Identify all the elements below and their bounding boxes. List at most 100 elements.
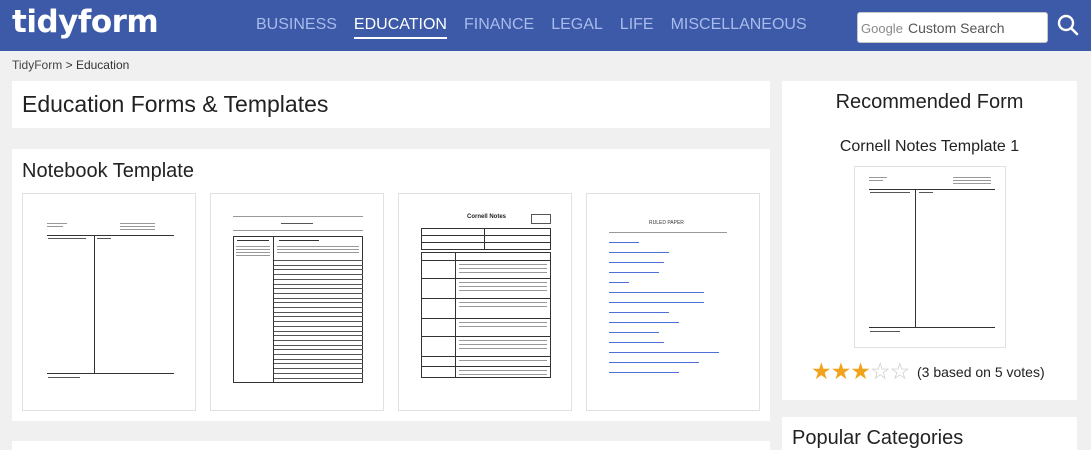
- text-line: [459, 370, 547, 371]
- ruled-line: [274, 335, 363, 337]
- ruled-line: [274, 363, 363, 365]
- document-preview: [867, 174, 997, 340]
- category-nav: BUSINESS EDUCATION FINANCE LEGAL LIFE MI…: [256, 15, 824, 39]
- link-line: [609, 262, 664, 263]
- doc-heading: Cornell Notes: [467, 214, 507, 220]
- text-line: [459, 286, 547, 287]
- text-line: [459, 268, 547, 269]
- text-line: [459, 344, 547, 345]
- text-line: [459, 302, 547, 303]
- page-title: Education Forms & Templates: [22, 91, 329, 117]
- template-thumbnail-reduce-recite[interactable]: [210, 193, 384, 411]
- text-line: [459, 322, 547, 323]
- link-line: [609, 342, 664, 343]
- doc-heading: RULED PAPER: [649, 220, 684, 226]
- breadcrumb-home[interactable]: TidyForm: [12, 58, 62, 72]
- text-line: [459, 306, 547, 307]
- recommended-form-link[interactable]: Cornell Notes Template 1: [782, 138, 1077, 156]
- text-line: [459, 326, 547, 327]
- link-line: [609, 322, 679, 323]
- link-line: [609, 302, 704, 303]
- text-line: [459, 374, 547, 375]
- section-title[interactable]: Notebook Template: [22, 160, 194, 183]
- ruled-line: [274, 288, 363, 290]
- link-line: [609, 372, 679, 373]
- ruled-line: [274, 260, 363, 261]
- link-line: [609, 252, 669, 253]
- text-line: [459, 264, 547, 265]
- template-thumbnail-cornell-questions[interactable]: [22, 193, 196, 411]
- next-section-card: [12, 441, 770, 450]
- document-preview: RULED PAPER: [605, 220, 745, 390]
- link-line: [609, 362, 699, 363]
- template-thumbnail-cornell-section-notes[interactable]: Cornell Notes: [398, 193, 572, 411]
- ruled-line: [274, 339, 363, 341]
- text-line: [459, 340, 547, 341]
- table-row-divider: [421, 278, 551, 279]
- ruled-line: [274, 349, 363, 351]
- document-preview: Cornell Notes: [419, 214, 554, 390]
- star-icon[interactable]: ★: [850, 358, 871, 384]
- ruled-line: [274, 377, 363, 379]
- ruled-line: [274, 330, 363, 332]
- table-row-divider: [421, 356, 551, 357]
- star-icon[interactable]: ★: [831, 358, 852, 384]
- link-line: [609, 312, 669, 313]
- site-logo[interactable]: tidyform: [12, 4, 159, 40]
- table-row-divider: [421, 336, 551, 337]
- ruled-line: [274, 269, 363, 271]
- top-navigation-bar: tidyform BUSINESS EDUCATION FINANCE LEGA…: [0, 0, 1091, 51]
- nav-education[interactable]: EDUCATION: [353, 15, 447, 39]
- recommended-form-title: Recommended Form: [835, 91, 1024, 113]
- breadcrumb-separator: >: [65, 58, 73, 72]
- rating-summary: (3 based on 5 votes): [917, 364, 1045, 380]
- popular-categories-title: Popular Categories: [792, 427, 964, 449]
- link-line: [609, 242, 639, 243]
- recommended-form-thumbnail[interactable]: [854, 166, 1006, 348]
- text-line: [459, 360, 547, 361]
- document-preview: [45, 220, 176, 390]
- search-button[interactable]: [1056, 13, 1080, 37]
- google-brand-label: Google: [861, 21, 903, 36]
- rating-stars: ★★★☆☆: [811, 358, 911, 384]
- ruled-line: [274, 321, 363, 323]
- document-preview: [231, 216, 365, 388]
- ruled-line: [274, 278, 363, 280]
- link-line: [609, 352, 719, 353]
- text-line: [459, 290, 547, 291]
- table-row-divider: [421, 318, 551, 319]
- breadcrumb: TidyForm > Education: [12, 58, 129, 72]
- ruled-line: [274, 372, 363, 374]
- nav-miscellaneous[interactable]: MISCELLANEOUS: [671, 15, 807, 39]
- star-icon[interactable]: ★: [811, 358, 832, 384]
- ruled-line: [274, 283, 363, 285]
- text-line: [459, 348, 547, 349]
- ruled-line: [274, 354, 363, 355]
- nav-legal[interactable]: LEGAL: [551, 15, 603, 39]
- link-line: [609, 272, 659, 273]
- breadcrumb-current: Education: [75, 58, 130, 72]
- star-outline-icon[interactable]: ☆: [890, 358, 911, 384]
- ruled-line: [274, 325, 363, 327]
- ruled-line: [274, 358, 363, 360]
- ruled-line: [274, 307, 363, 308]
- ruled-line: [274, 274, 363, 276]
- ruled-line: [274, 316, 363, 318]
- ruled-line: [274, 344, 363, 346]
- ruled-line: [274, 311, 363, 313]
- search-box: Google: [857, 12, 1048, 43]
- search-icon: [1057, 14, 1079, 36]
- search-input[interactable]: [908, 13, 1044, 42]
- template-thumbnail-ruled-paper[interactable]: RULED PAPER: [586, 193, 760, 411]
- ruled-line: [274, 292, 363, 294]
- star-outline-icon[interactable]: ☆: [870, 358, 891, 384]
- ruled-line: [274, 264, 363, 266]
- table-row-divider: [421, 298, 551, 299]
- nav-life[interactable]: LIFE: [620, 15, 654, 39]
- ruled-line: [274, 297, 363, 299]
- link-line: [609, 282, 629, 283]
- nav-finance[interactable]: FINANCE: [464, 15, 534, 39]
- table-row-divider: [421, 366, 551, 367]
- ruled-line: [274, 368, 363, 370]
- nav-business[interactable]: BUSINESS: [256, 15, 337, 39]
